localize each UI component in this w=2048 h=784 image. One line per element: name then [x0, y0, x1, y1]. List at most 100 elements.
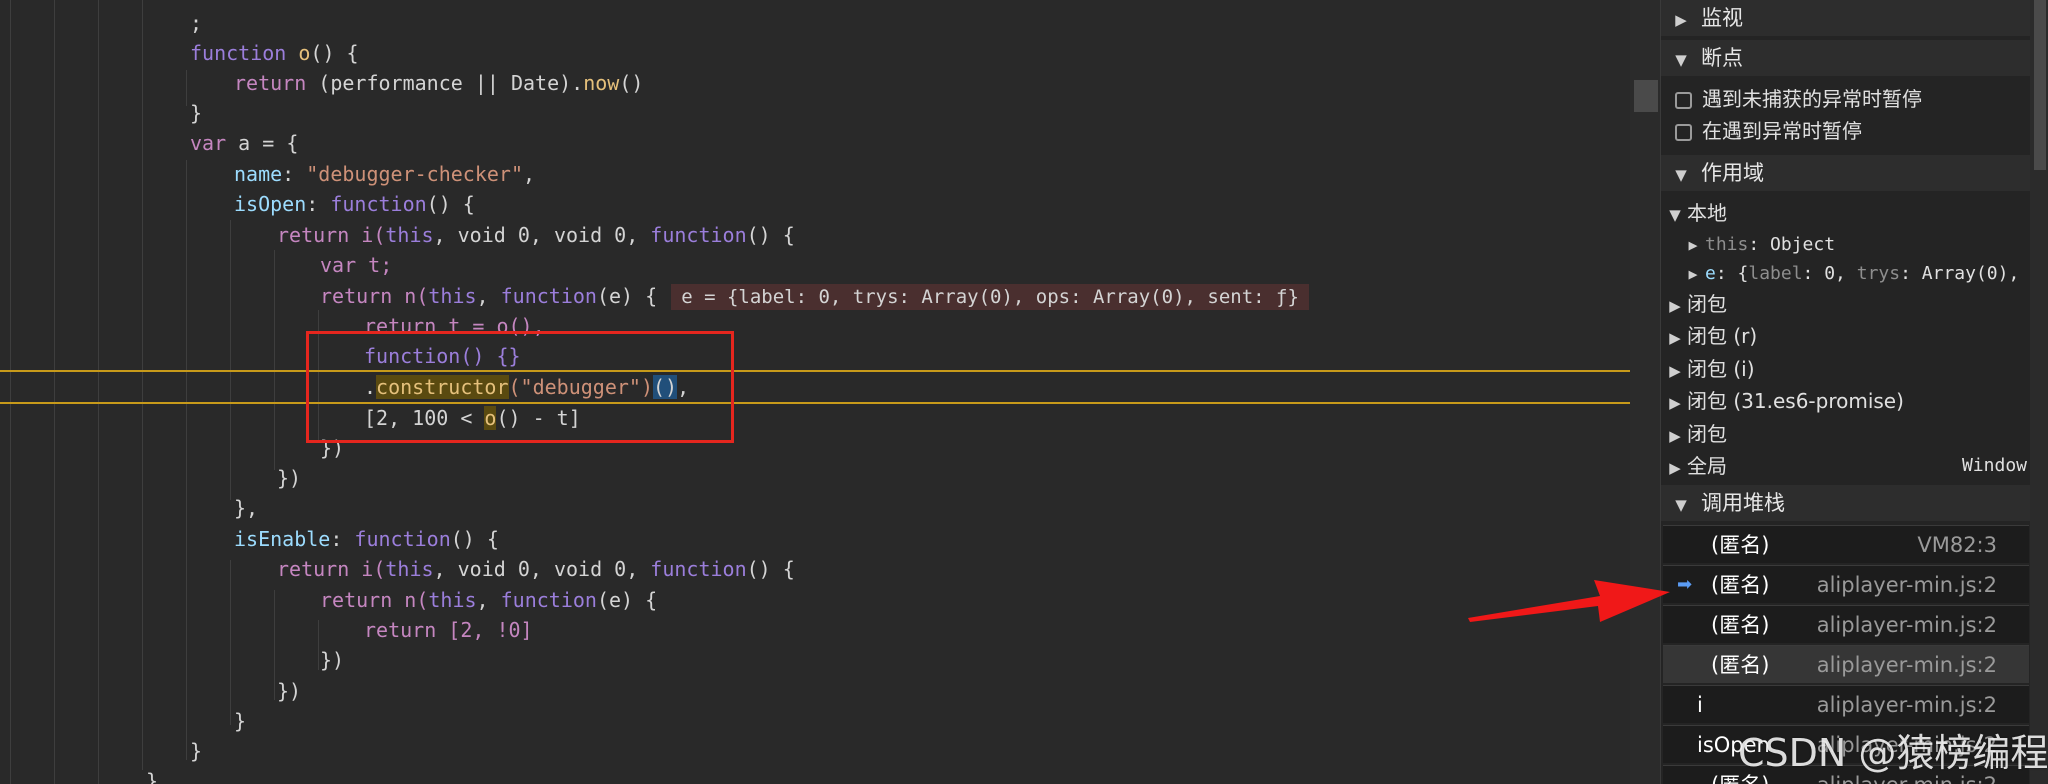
code-token: , void 0, void 0, — [433, 223, 651, 247]
inline-value-preview: e = {label: 0, trys: Array(0), ops: Arra… — [671, 284, 1309, 310]
code-token: var — [190, 131, 227, 155]
section-title: 作用域 — [1701, 161, 1764, 185]
code-line: return n(this, function(e) {e = {label: … — [320, 281, 1309, 311]
expand-triangle-icon: ▶ — [1669, 297, 1681, 315]
code-token: this — [385, 557, 434, 581]
code-token: this — [385, 223, 434, 247]
var-name: e — [1705, 263, 1716, 284]
collapse-triangle-icon: ▼ — [1669, 206, 1681, 224]
section-watch[interactable]: ▶ 监视 — [1661, 0, 2031, 36]
code-line: isOpen: function() { — [234, 189, 475, 219]
indent-guide — [186, 70, 187, 106]
bp-caught-exception[interactable]: 在遇到异常时暂停 — [1661, 116, 2031, 146]
checkbox[interactable] — [1675, 124, 1692, 141]
call-frame-current[interactable]: ➡ (匿名) aliplayer-min.js:2 — [1663, 565, 2029, 603]
section-callstack[interactable]: ▼ 调用堆栈 — [1661, 485, 2031, 521]
expand-triangle-icon: ▶ — [1688, 265, 1698, 283]
code-line: } — [234, 706, 246, 736]
code-token: }) — [320, 648, 345, 672]
section-title: 监视 — [1701, 6, 1743, 30]
indent-guide — [142, 0, 143, 770]
code-token: return — [234, 71, 307, 95]
var-value: label — [1748, 263, 1803, 284]
code-token: : — [330, 527, 355, 551]
scope-closure[interactable]: ▶ 闭包 — [1661, 289, 2031, 319]
code-token: return n( — [320, 284, 429, 308]
scope-label: 闭包 (i) — [1687, 357, 1755, 381]
bp-uncaught-exception[interactable]: 遇到未捕获的异常时暂停 — [1661, 84, 2031, 114]
frame-location[interactable]: aliplayer-min.js:2 — [1817, 686, 1997, 724]
code-editor[interactable]: ; function o() { return (performance || … — [0, 0, 1630, 784]
code-token: () — [619, 71, 644, 95]
call-frame[interactable]: (匿名) aliplayer-min.js:2 — [1663, 605, 2029, 643]
code-token: this — [428, 284, 477, 308]
code-token: now — [583, 71, 620, 95]
scope-closure-i[interactable]: ▶ 闭包 (i) — [1661, 354, 2031, 384]
var-name: this — [1705, 234, 1749, 255]
frame-name: (匿名) — [1711, 533, 1770, 557]
scope-global[interactable]: ▶ 全局 Window — [1661, 451, 2031, 481]
code-token: , — [476, 588, 501, 612]
call-frame[interactable]: (匿名) aliplayer-min.js:2 — [1663, 645, 2029, 683]
code-token: () { — [426, 192, 475, 216]
code-line: return (performance || Date).now() — [234, 68, 643, 98]
code-token: return i( — [277, 557, 386, 581]
var-value: : Array(0), — [1900, 263, 2020, 284]
indent-guide — [186, 160, 187, 760]
section-title: 断点 — [1701, 46, 1743, 70]
call-frame[interactable]: (匿名) VM82:3 — [1663, 525, 2029, 563]
code-token: () { — [746, 557, 795, 581]
section-breakpoints[interactable]: ▼ 断点 — [1661, 40, 2031, 76]
frame-location[interactable]: VM82:3 — [1917, 526, 1997, 564]
scope-local[interactable]: ▼ 本地 — [1661, 198, 2031, 228]
scope-closure-r[interactable]: ▶ 闭包 (r) — [1661, 321, 2031, 351]
code-token: (performance || Date). — [318, 71, 584, 95]
paused-line-bottom — [0, 402, 1630, 404]
code-token: , — [476, 284, 501, 308]
code-line: }, — [234, 493, 258, 523]
scope-closure[interactable]: ▶ 闭包 — [1661, 419, 2031, 449]
code-token: isOpen — [234, 192, 307, 216]
code-line: function o() { — [190, 38, 359, 68]
frame-name: (匿名) — [1711, 653, 1770, 677]
code-token: ; — [190, 11, 203, 35]
code-line: }) — [277, 676, 301, 706]
sidebar-scrollbar-thumb[interactable] — [2034, 0, 2046, 170]
scope-closure-promise[interactable]: ▶ 闭包 (31.es6-promise) — [1661, 386, 2031, 416]
code-token: name — [234, 162, 283, 186]
collapse-triangle-icon: ▼ — [1675, 166, 1687, 184]
watermark: CSDN @猿榜编程 — [1738, 731, 2048, 775]
checkbox[interactable] — [1675, 92, 1692, 109]
expand-triangle-icon: ▶ — [1669, 394, 1681, 412]
debugger-sidebar: ▶ 监视 ▼ 断点 遇到未捕获的异常时暂停 在遇到异常时暂停 ▼ 作用域 ▼ 本地 ▶ t… — [1660, 0, 2048, 784]
editor-scrollbar-thumb[interactable] — [1634, 80, 1658, 112]
indent-guide — [10, 0, 11, 784]
code-token: return i( — [277, 223, 386, 247]
collapse-triangle-icon: ▼ — [1675, 51, 1687, 69]
frame-location[interactable]: aliplayer-min.js:2 — [1817, 646, 1997, 684]
var-value: : { — [1715, 263, 1749, 284]
section-scope[interactable]: ▼ 作用域 — [1661, 155, 2031, 191]
call-frame[interactable]: i aliplayer-min.js:2 — [1663, 685, 2029, 723]
frame-name: (匿名) — [1711, 573, 1770, 597]
frame-name: i — [1697, 693, 1703, 717]
code-line: return n(this, function(e) { — [320, 585, 657, 615]
expand-triangle-icon: ▶ — [1669, 329, 1681, 347]
code-token: return [2, !0] — [364, 618, 533, 642]
scope-label: 本地 — [1687, 201, 1727, 225]
expand-triangle-icon: ▶ — [1675, 11, 1687, 29]
code-token: function — [190, 41, 287, 65]
code-line: } — [146, 766, 158, 784]
scope-var-this[interactable]: ▶ this: Object — [1683, 230, 2048, 260]
code-token: () { — [450, 527, 499, 551]
scope-label: 闭包 (r) — [1687, 324, 1758, 348]
frame-location[interactable]: aliplayer-min.js:2 — [1817, 566, 1997, 604]
frame-location[interactable]: aliplayer-min.js:2 — [1817, 606, 1997, 644]
code-token: "debugger-checker" — [306, 162, 524, 186]
code-line: var a = { — [190, 128, 298, 158]
code-line: isEnable: function() { — [234, 524, 499, 554]
editor-scrollbar-track[interactable] — [1630, 0, 1660, 784]
code-line: return i(this, void 0, void 0, function(… — [277, 554, 795, 584]
scope-var-e[interactable]: ▶ e: {label: 0, trys: Array(0), — [1683, 259, 2048, 289]
expand-triangle-icon: ▶ — [1669, 459, 1681, 477]
